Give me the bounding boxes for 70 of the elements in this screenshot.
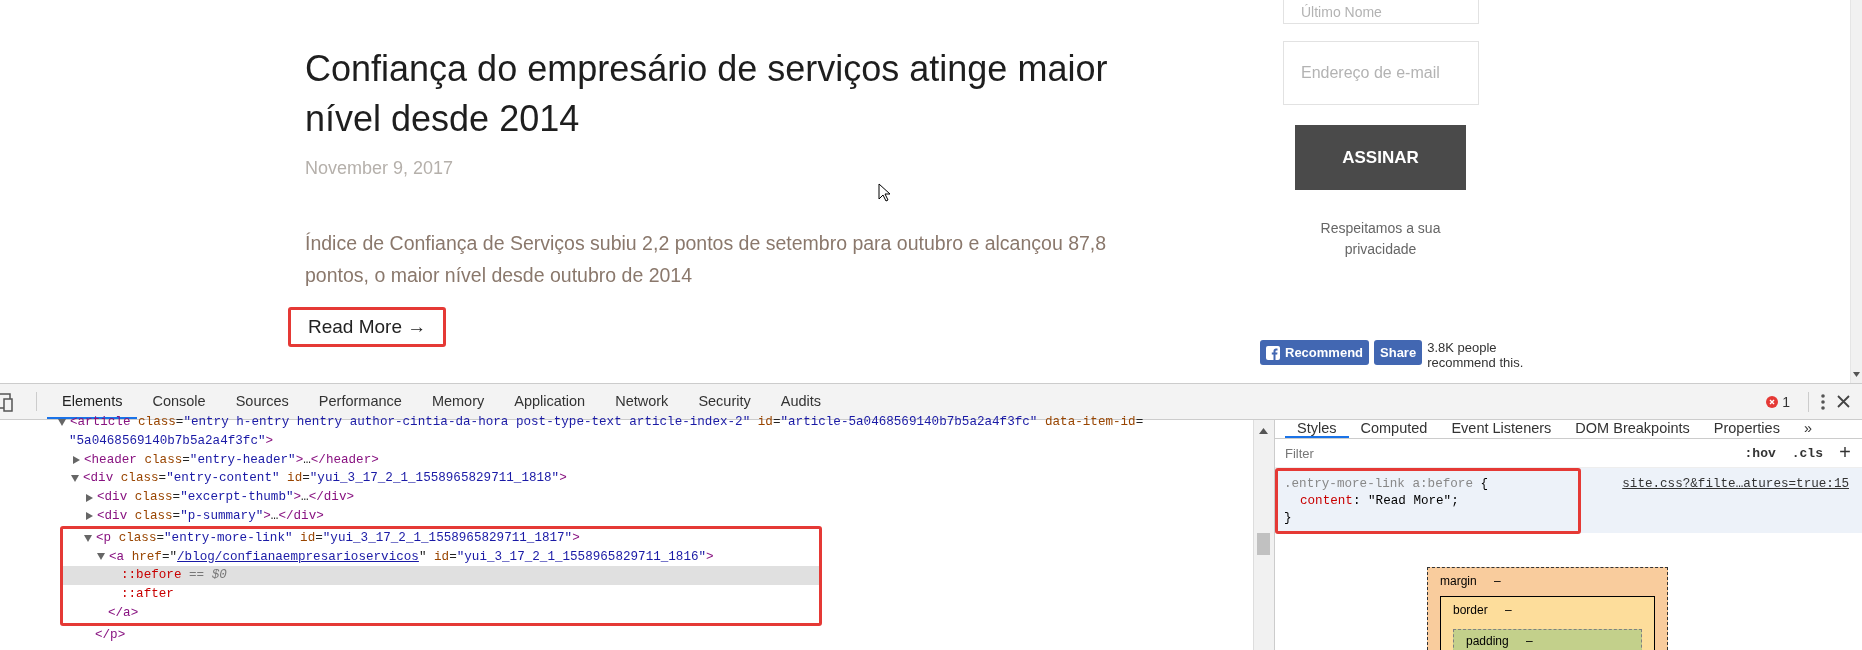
subscribe-button[interactable]: ASSINAR: [1295, 125, 1466, 190]
tree-row[interactable]: </a>: [63, 603, 819, 623]
privacy-note: Respeitamos a sua privacidade: [1319, 219, 1442, 259]
more-tabs-button[interactable]: »: [1791, 420, 1824, 438]
disclosure-triangle-icon[interactable]: [86, 493, 93, 502]
code-line: <div class="excerpt-thumb">…</div>: [97, 489, 354, 507]
tree-row[interactable]: <div class="p-summary">…</div>: [0, 507, 1253, 526]
sidebar-tab[interactable]: Styles: [1285, 420, 1349, 438]
code-line: <div class="entry-content" id="yui_3_17_2_1_1558965829711_1818">: [83, 470, 567, 488]
more-options-icon[interactable]: [1821, 393, 1825, 410]
tree-row[interactable]: "5a0468569140b7b5a2a4f3fc">: [0, 431, 1253, 451]
sidebar-tab[interactable]: Computed: [1348, 420, 1440, 438]
code-text: <a: [109, 548, 125, 566]
code-line: <div class="p-summary">…</div>: [97, 508, 324, 525]
box-model-label: margin –: [1440, 574, 1501, 588]
code-line: "5a0468569140b7b5a2a4f3fc">: [69, 432, 274, 450]
scroll-down-icon[interactable]: [1853, 372, 1860, 377]
tree-row[interactable]: <div class="excerpt-thumb">…</div>: [0, 488, 1253, 507]
tree-row[interactable]: <p class="entry-more-link" id="yui_3_17_2_1_1558965829711_1817">: [63, 528, 819, 548]
tree-row[interactable]: ::after: [63, 585, 819, 604]
sidebar-tab[interactable]: DOM Breakpoints: [1563, 420, 1702, 438]
share-button[interactable]: Share: [1374, 340, 1423, 365]
close-icon[interactable]: [1837, 395, 1850, 408]
disclosure-triangle-icon[interactable]: [84, 534, 92, 542]
code-text: href: [130, 548, 162, 566]
article-excerpt: Índice de Confiança de Serviços subiu 2,2 pontos de setembro para outubro e alcançou 87,8 pontos, o maior nível desde outubro de 2014: [305, 231, 1108, 288]
hover-state-button[interactable]: :hov: [1741, 445, 1779, 461]
code-text: id: [433, 548, 450, 566]
article-title: Confiança do empresário de serviços atinge maior nível desde 2014: [305, 47, 1109, 141]
class-button[interactable]: .cls: [1788, 445, 1826, 461]
tree-row[interactable]: <header class="entry-header">…</header>: [0, 450, 1253, 470]
code-text: >: [706, 548, 714, 566]
css-brace: }: [1284, 511, 1293, 525]
code-text: =": [161, 548, 178, 566]
read-more-link[interactable]: Read More →: [288, 307, 447, 347]
article-date: November 9, 2017: [305, 158, 454, 179]
recommend-count: 3.8K people recommend this.: [1427, 340, 1525, 370]
scrollbar-thumb[interactable]: [1257, 533, 1270, 555]
cursor-icon: [878, 183, 891, 203]
disclosure-triangle-icon[interactable]: [73, 456, 80, 464]
code-line: ::after: [121, 586, 174, 604]
code-line: </a>: [108, 604, 139, 622]
css-selector: .entry-more-link a:before {: [1284, 477, 1489, 491]
code-line: </p>: [95, 626, 126, 644]
box-model-label: border –: [1453, 603, 1512, 617]
device-toolbar-icon[interactable]: [0, 391, 14, 412]
disclosure-triangle-icon[interactable]: [86, 512, 93, 521]
code-text: "yui_3_17_2_1_1558965829711_1816": [456, 548, 707, 566]
scroll-up-icon[interactable]: [1259, 428, 1268, 434]
link[interactable]: /blog/confianaempresarioservicos: [177, 547, 419, 567]
code-text: =: [449, 548, 457, 566]
code-text: ": [418, 548, 427, 566]
disclosure-triangle-icon[interactable]: [58, 418, 66, 426]
error-icon: [1766, 395, 1779, 408]
code-line: <p class="entry-more-link" id="yui_3_17_2_1_1558965829711_1817">: [96, 529, 580, 547]
tree-row[interactable]: ::before == $0: [63, 566, 819, 586]
code-line: ::before == $0: [121, 567, 227, 585]
new-rule-button[interactable]: +: [1836, 441, 1854, 465]
css-declaration: content: "Read More";: [1299, 494, 1460, 508]
tree-row[interactable]: <div class="entry-content" id="yui_3_17_2_1_1558965829711_1818">: [0, 469, 1253, 489]
code-line: <header class="entry-header">…</header>: [84, 451, 379, 469]
source-link[interactable]: site.css?&filte…atures=true:15: [1622, 477, 1849, 522]
recommend-button[interactable]: Recommend: [1260, 340, 1370, 365]
tree-row[interactable]: </p>: [0, 625, 1253, 645]
sidebar-tab[interactable]: Properties: [1701, 420, 1792, 438]
disclosure-triangle-icon[interactable]: [71, 475, 79, 483]
sidebar-tab[interactable]: Event Listeners: [1439, 420, 1564, 438]
error-count[interactable]: 1: [1760, 392, 1796, 411]
facebook-logo-icon: [1266, 345, 1280, 360]
box-model-label: padding –: [1466, 634, 1533, 648]
